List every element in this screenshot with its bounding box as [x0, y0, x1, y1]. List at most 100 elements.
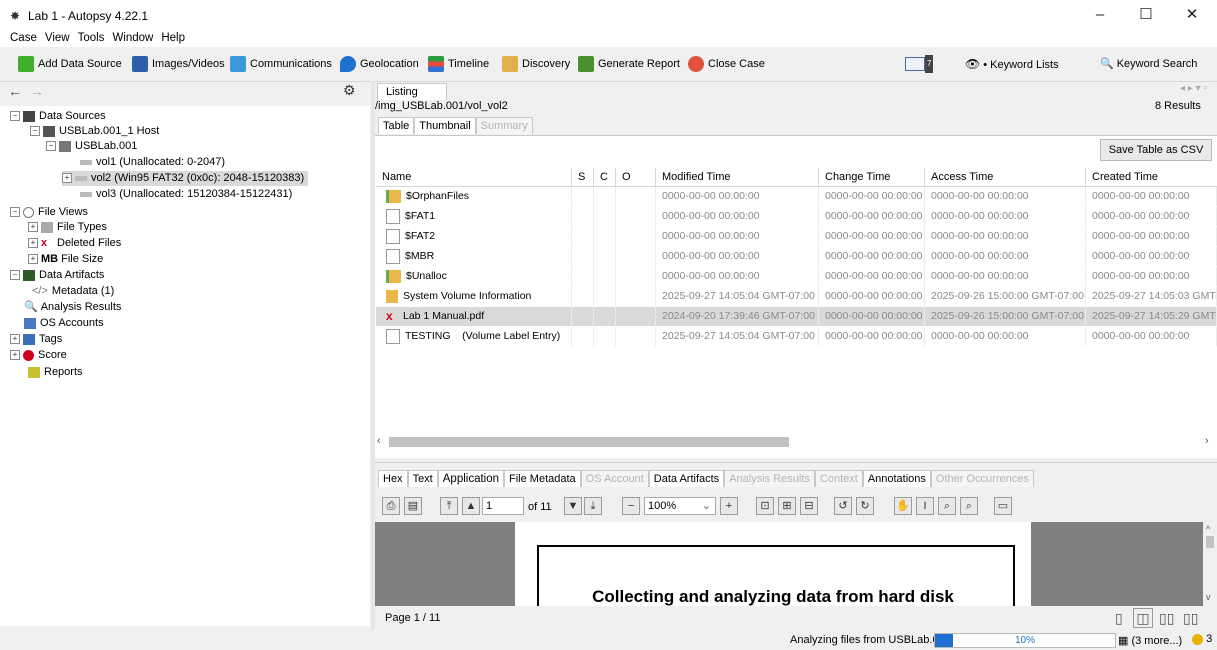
more-tasks-link[interactable]: ▦ (3 more...)	[1118, 634, 1182, 647]
table-row[interactable]: System Volume Information 2025-09-27 14:0…	[376, 287, 1217, 306]
zoom-select[interactable]: 100% ⌄	[644, 497, 716, 515]
tab-thumbnail[interactable]: Thumbnail	[414, 117, 476, 134]
previous-page-icon[interactable]: ▲	[462, 497, 480, 515]
generate-report-button[interactable]: Generate Report	[578, 55, 680, 73]
menu-tools[interactable]: Tools	[74, 30, 109, 46]
messages-button[interactable]: 7	[905, 55, 935, 73]
column-modified-time[interactable]: Modified Time	[656, 168, 819, 187]
column-access-time[interactable]: Access Time	[925, 168, 1086, 187]
keyword-search-button[interactable]: 🔍 Keyword Search	[1100, 55, 1197, 73]
discovery-button[interactable]: Discovery	[502, 55, 570, 73]
column-s[interactable]: S	[572, 168, 594, 187]
geolocation-button[interactable]: Geolocation	[340, 55, 419, 73]
column-created-time[interactable]: Created Time	[1086, 168, 1217, 187]
page-panel-icon[interactable]: ▭	[994, 497, 1012, 515]
fit-page-icon[interactable]: ⊞	[778, 497, 796, 515]
column-o[interactable]: O	[616, 168, 656, 187]
pan-tool-icon[interactable]: ✋	[894, 497, 912, 515]
table-row[interactable]: $FAT2 0000-00-00 00:00:00 0000-00-00 00:00…	[376, 227, 1217, 246]
column-c[interactable]: C	[594, 168, 616, 187]
tree-data-artifacts[interactable]: − Data Artifacts	[10, 268, 104, 283]
last-page-icon[interactable]: ⤓	[584, 497, 602, 515]
tab-text[interactable]: Text	[407, 470, 438, 487]
tree-os-accounts[interactable]: OS Accounts	[24, 316, 104, 331]
next-page-icon[interactable]: ▼	[564, 497, 582, 515]
tab-annotations[interactable]: Annotations	[862, 470, 931, 487]
forward-arrow-icon[interactable]: →	[30, 83, 44, 99]
close-case-button[interactable]: Close Case	[688, 55, 765, 73]
page-number-input[interactable]: 1	[482, 497, 524, 515]
continuous-page-icon[interactable]: ◫	[1133, 608, 1153, 628]
tree-reports[interactable]: Reports	[28, 365, 83, 380]
column-change-time[interactable]: Change Time	[819, 168, 925, 187]
menu-help[interactable]: Help	[157, 30, 189, 46]
tab-hex[interactable]: Hex	[378, 470, 408, 487]
first-page-icon[interactable]: ⤒	[440, 497, 458, 515]
tree-vol1[interactable]: vol1 (Unallocated: 0-2047)	[80, 155, 225, 170]
tab-other-occurrences[interactable]: Other Occurrences	[930, 470, 1034, 487]
zoom-in-icon[interactable]: +	[720, 497, 738, 515]
tab-summary[interactable]: Summary	[475, 117, 533, 134]
horizontal-scrollbar[interactable]: ‹ ›	[377, 435, 1215, 449]
tree-file-views[interactable]: − File Views	[10, 205, 88, 220]
vertical-scrollbar[interactable]: ^ v	[1203, 522, 1217, 606]
back-arrow-icon[interactable]: ←	[8, 83, 22, 99]
notification-badge[interactable]: 3	[1192, 633, 1212, 645]
add-data-source-button[interactable]: Add Data Source	[18, 55, 122, 73]
continuous-facing-icon[interactable]: ▯▯	[1183, 610, 1198, 627]
images-videos-button[interactable]: Images/Videos	[132, 55, 225, 73]
pdf-document-view[interactable]: Collecting and analyzing data from hard …	[375, 522, 1205, 606]
table-row[interactable]: $Unalloc 0000-00-00 00:00:00 0000-00-00 00…	[376, 267, 1217, 286]
listing-tab[interactable]: Listing	[377, 83, 447, 100]
tree-deleted-files[interactable]: + x Deleted Files	[28, 236, 121, 251]
menu-view[interactable]: View	[41, 30, 74, 46]
minimize-button[interactable]: –	[1080, 4, 1120, 26]
tab-context[interactable]: Context	[814, 470, 863, 487]
menu-window[interactable]: Window	[108, 30, 157, 46]
facing-pages-icon[interactable]: ▯▯	[1159, 610, 1174, 627]
tree-score[interactable]: + Score	[10, 348, 67, 363]
tree-vol2[interactable]: + vol2 (Win95 FAT32 (0x0c): 2048-15120383…	[62, 171, 309, 186]
column-name[interactable]: Name	[376, 168, 572, 187]
close-window-button[interactable]: ✕	[1172, 4, 1212, 26]
fit-width-icon[interactable]: ⊟	[800, 497, 818, 515]
tree-host[interactable]: − USBLab.001_1 Host	[30, 124, 159, 139]
gear-icon[interactable]: ⚙	[343, 82, 356, 99]
tree-file-size[interactable]: + MB File Size	[28, 252, 103, 267]
tree-analysis-results[interactable]: 🔍 Analysis Results	[24, 300, 121, 315]
keyword-lists-button[interactable]: 👁 • Keyword Lists	[965, 55, 1059, 73]
scroll-thumb[interactable]	[389, 437, 789, 447]
listing-nav-arrows[interactable]: ◂ ▸ ▾ ▫	[1180, 83, 1207, 94]
actual-size-icon[interactable]: ⊡	[756, 497, 774, 515]
zoom-out-icon[interactable]: −	[622, 497, 640, 515]
tree-metadata[interactable]: </> Metadata (1)	[32, 284, 114, 299]
table-row[interactable]: x Lab 1 Manual.pdf 2024-09-20 17:39:46 GMT…	[376, 307, 1217, 326]
zoom-marquee-icon[interactable]: ⌕	[938, 497, 956, 515]
tree-image[interactable]: − USBLab.001	[46, 139, 137, 154]
table-row[interactable]: $OrphanFiles 0000-00-00 00:00:00 0000-00-0…	[376, 187, 1217, 206]
ingest-progress-bar[interactable]: 10%	[934, 633, 1116, 648]
tab-analysis-results[interactable]: Analysis Results	[724, 470, 815, 487]
print-icon[interactable]: ⎙	[382, 497, 400, 515]
scroll-thumb[interactable]	[1206, 536, 1214, 548]
text-select-icon[interactable]: I	[916, 497, 934, 515]
rotate-right-icon[interactable]: ↻	[856, 497, 874, 515]
tree-tags[interactable]: + Tags	[10, 332, 62, 347]
table-row[interactable]: TESTING (Volume Label Entry) 2025-09-27 1…	[376, 327, 1217, 346]
scroll-down-icon[interactable]: v	[1206, 592, 1211, 602]
timeline-button[interactable]: Timeline	[428, 55, 489, 73]
tab-file-metadata[interactable]: File Metadata	[504, 470, 581, 487]
maximize-button[interactable]: ☐	[1126, 4, 1166, 26]
document-icon[interactable]: ▤	[404, 497, 422, 515]
table-row[interactable]: $FAT1 0000-00-00 00:00:00 0000-00-00 00:00…	[376, 207, 1217, 226]
tree-vol3[interactable]: vol3 (Unallocated: 15120384-15122431)	[80, 187, 292, 202]
zoom-dynamic-icon[interactable]: ⌕	[960, 497, 978, 515]
single-page-icon[interactable]: ▯	[1115, 610, 1123, 627]
communications-button[interactable]: Communications	[230, 55, 332, 73]
tree-file-types[interactable]: + File Types	[28, 220, 107, 235]
tree-data-sources[interactable]: − Data Sources	[10, 109, 106, 124]
scroll-up-icon[interactable]: ^	[1206, 524, 1210, 534]
tab-table[interactable]: Table	[378, 117, 415, 134]
save-table-csv-button[interactable]: Save Table as CSV	[1100, 139, 1212, 161]
rotate-left-icon[interactable]: ↺	[834, 497, 852, 515]
